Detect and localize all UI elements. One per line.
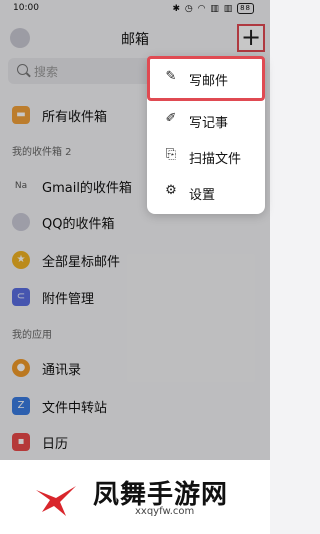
menu-item-note[interactable]: ✐ 写记事 <box>147 102 265 138</box>
scan-icon: ⎘ <box>165 147 177 162</box>
file-transfer-icon: Z <box>12 397 30 415</box>
page-title: 邮箱 <box>121 32 149 48</box>
calendar-icon: ▪ <box>12 433 30 451</box>
list-item-starred[interactable]: ★ 全部星标邮件 <box>0 242 270 278</box>
note-icon: ✐ <box>165 111 177 126</box>
list-item-label: 全部星标邮件 <box>42 255 121 270</box>
status-icons: ✱ ◷ ◠ ▥ ▥ 88 <box>172 3 254 14</box>
inbox-icon: ▬ <box>12 106 30 124</box>
menu-item-label: 写记事 <box>189 116 229 131</box>
section-my-apps: 我的应用 <box>12 330 52 341</box>
status-bar: 10:00 ✱ ◷ ◠ ▥ ▥ 88 <box>0 0 270 18</box>
header: 邮箱 + <box>0 20 270 56</box>
list-item-attachments[interactable]: ⊂ 附件管理 <box>0 279 270 315</box>
search-placeholder: 搜索 <box>34 65 59 79</box>
list-item-file-transfer[interactable]: Z 文件中转站 <box>0 388 270 424</box>
battery-icon: 88 <box>237 3 254 14</box>
add-button[interactable]: + <box>237 24 265 52</box>
list-item-contacts[interactable]: ● 通讯录 <box>0 350 270 386</box>
list-item-label: 日历 <box>42 437 69 452</box>
qq-avatar-icon <box>12 213 30 231</box>
gmail-badge-icon: Na <box>14 181 28 191</box>
add-menu: ✎ 写邮件 ✐ 写记事 ⎘ 扫描文件 ⚙ 设置 <box>147 56 265 214</box>
watermark-url: xxqyfw.com <box>135 506 195 517</box>
highlight-box <box>147 56 265 101</box>
attachment-icon: ⊂ <box>12 288 30 306</box>
watermark-logo-icon <box>36 486 76 516</box>
menu-item-settings[interactable]: ⚙ 设置 <box>147 174 265 210</box>
menu-item-label: 扫描文件 <box>189 152 242 167</box>
list-item-calendar[interactable]: ▪ 日历 <box>0 424 270 460</box>
status-indicators: ✱ ◷ ◠ ▥ ▥ <box>172 4 234 14</box>
list-item-label: 附件管理 <box>42 292 95 307</box>
list-item-label: 所有收件箱 <box>42 110 108 125</box>
list-item-label: 文件中转站 <box>42 401 108 416</box>
star-icon: ★ <box>12 251 30 269</box>
status-time: 10:00 <box>13 3 39 13</box>
list-item-label: 通讯录 <box>42 363 82 378</box>
menu-item-label: 设置 <box>189 188 216 203</box>
section-my-inbox: 我的收件箱 2 <box>12 147 72 158</box>
contacts-icon: ● <box>12 359 30 377</box>
search-icon <box>17 64 28 75</box>
list-item-label: QQ的收件箱 <box>42 217 115 232</box>
list-item-label: Gmail的收件箱 <box>42 181 132 196</box>
gear-icon: ⚙ <box>165 183 177 198</box>
menu-item-scan[interactable]: ⎘ 扫描文件 <box>147 138 265 174</box>
